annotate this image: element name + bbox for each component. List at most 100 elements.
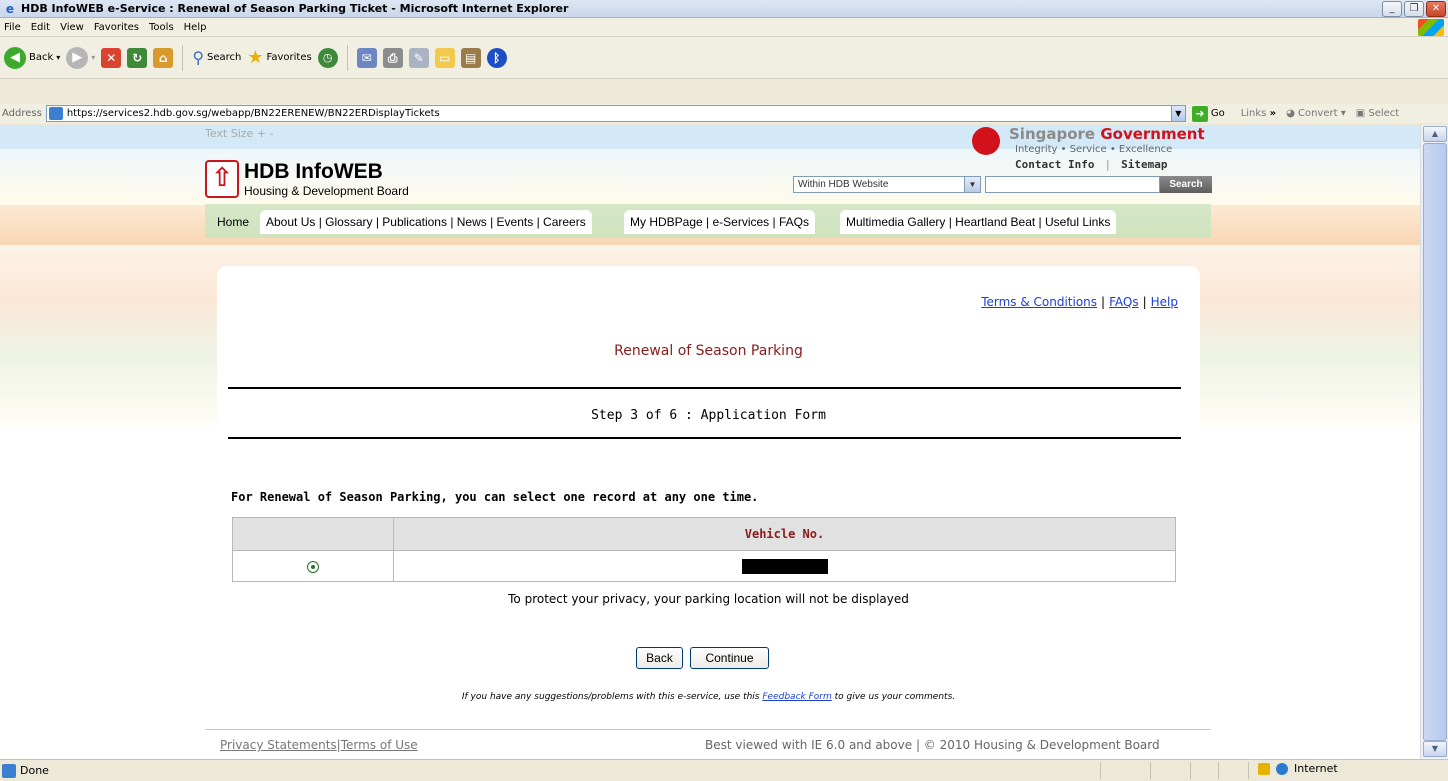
search-button[interactable]: ⚲ Search: [192, 48, 241, 67]
feedback-form-link[interactable]: Feedback Form: [762, 692, 831, 702]
favorites-button[interactable]: ★ Favorites: [247, 47, 311, 68]
site-search-button[interactable]: Search: [1160, 176, 1212, 193]
menu-file[interactable]: File: [4, 22, 21, 33]
status-divider: [1100, 762, 1101, 779]
print-icon[interactable]: ⎙: [382, 47, 403, 68]
toolbar-separator: [346, 44, 348, 71]
forward-button[interactable]: ▶ ▾: [66, 46, 96, 69]
globe-icon: [1276, 762, 1288, 775]
search-icon: ⚲: [192, 48, 205, 67]
links-label[interactable]: Links »: [1241, 108, 1276, 119]
terms-of-use-link[interactable]: Terms of Use: [341, 738, 418, 752]
convert-label: Convert: [1297, 108, 1338, 119]
restore-button[interactable]: ❐: [1404, 1, 1424, 17]
continue-button[interactable]: Continue: [690, 647, 769, 669]
page-icon: [48, 107, 63, 120]
privacy-statements-link[interactable]: Privacy Statements: [220, 738, 337, 752]
privacy-note: To protect your privacy, your parking lo…: [508, 592, 909, 606]
folder-icon[interactable]: ▭: [434, 47, 455, 68]
help-link[interactable]: Help: [1151, 295, 1178, 309]
favorites-label: Favorites: [266, 52, 312, 63]
divider: [228, 437, 1181, 439]
windows-logo-icon: [1418, 19, 1444, 36]
sitemap-link[interactable]: Sitemap: [1121, 158, 1167, 171]
vehicle-radio[interactable]: [307, 560, 319, 573]
menu-favorites[interactable]: Favorites: [94, 22, 139, 33]
search-scope-value: Within HDB Website: [798, 179, 889, 190]
hdb-subtitle: Housing & Development Board: [244, 184, 409, 198]
footer-divider: [205, 729, 1211, 730]
menu-edit[interactable]: Edit: [31, 22, 50, 33]
menu-view[interactable]: View: [60, 22, 84, 33]
site-search-input[interactable]: [985, 176, 1160, 193]
address-bar: Address https://services2.hdb.gov.sg/web…: [0, 104, 1448, 123]
window-title: HDB InfoWEB e-Service : Renewal of Seaso…: [21, 2, 569, 15]
gov-name-2: Government: [1100, 125, 1205, 143]
hdb-title[interactable]: HDB InfoWEB: [244, 160, 383, 184]
forward-arrow-icon: ▶: [66, 46, 89, 69]
scroll-down-icon[interactable]: ▼: [1423, 741, 1447, 757]
back-arrow-icon: ◀: [4, 46, 26, 69]
select-cell: [232, 550, 394, 582]
edit-icon[interactable]: ✎: [408, 47, 429, 68]
step-indicator: Step 3 of 6 : Application Form: [591, 408, 826, 423]
nav-tab-multimedia[interactable]: Multimedia Gallery | Heartland Beat | Us…: [840, 210, 1117, 234]
chevron-down-icon: ▼: [964, 177, 980, 192]
toolbar-separator: [182, 44, 184, 71]
terms-conditions-link[interactable]: Terms & Conditions: [981, 295, 1097, 309]
convert-button[interactable]: ◕ Convert ▾: [1286, 108, 1346, 119]
back-form-button[interactable]: Back: [636, 647, 683, 669]
hdb-logo-icon[interactable]: ⇧: [205, 160, 239, 198]
page-icon: [2, 763, 16, 778]
gov-name-1: Singapore: [1009, 125, 1096, 143]
links-text: Links: [1240, 108, 1267, 119]
nav-home[interactable]: Home: [217, 210, 249, 234]
history-icon[interactable]: ◷: [317, 47, 338, 68]
footer-copyright: Best viewed with IE 6.0 and above | © 20…: [705, 738, 1160, 752]
text-size-control[interactable]: Text Size + -: [205, 127, 274, 140]
home-icon[interactable]: ⌂: [153, 47, 174, 68]
table-row: [232, 550, 1176, 582]
search-scope-select[interactable]: Within HDB Website ▼: [793, 176, 981, 193]
mail-icon[interactable]: ✉: [356, 47, 377, 68]
browser-toolbar: ◀ Back ▾ ▶ ▾ ✕ ↻ ⌂ ⚲ Search ★ Favorites …: [0, 37, 1448, 79]
go-arrow-icon: ➜: [1191, 105, 1208, 122]
research-icon[interactable]: ▤: [460, 47, 481, 68]
main-navigation: Home About Us | Glossary | Publications …: [205, 204, 1211, 238]
lion-head-icon: [972, 127, 1000, 155]
contact-info-link[interactable]: Contact Info: [1015, 158, 1094, 171]
star-icon: ★: [247, 47, 264, 68]
stop-icon[interactable]: ✕: [101, 47, 122, 68]
status-divider: [1150, 762, 1151, 779]
select-column-header: [232, 517, 394, 551]
bluetooth-icon[interactable]: ᛒ: [486, 47, 507, 68]
help-links: Terms & Conditions | FAQs | Help: [981, 295, 1178, 309]
feedback-note: If you have any suggestions/problems wit…: [217, 692, 1200, 702]
chevron-down-icon[interactable]: ▼: [1170, 106, 1185, 121]
page-title: Renewal of Season Parking: [614, 343, 803, 359]
menu-help[interactable]: Help: [184, 22, 207, 33]
menu-tools[interactable]: Tools: [149, 22, 174, 33]
status-divider: [1218, 762, 1219, 779]
content-card: Terms & Conditions | FAQs | Help Renewal of …: [217, 266, 1200, 736]
chevron-down-icon: ▾: [91, 53, 96, 62]
header-links: Contact Info | Sitemap: [1015, 158, 1168, 171]
scroll-up-icon[interactable]: ▲: [1423, 126, 1447, 142]
nav-tab-myhdb[interactable]: My HDBPage | e-Services | FAQs: [624, 210, 815, 234]
divider: [228, 387, 1181, 389]
feedback-text-post: to give us your comments.: [834, 692, 956, 702]
minimize-button[interactable]: _: [1382, 1, 1402, 17]
select-button[interactable]: ▣ Select: [1356, 108, 1400, 119]
faqs-link[interactable]: FAQs: [1109, 295, 1139, 309]
security-zone: Internet: [1258, 762, 1338, 775]
close-button[interactable]: ✕: [1426, 1, 1446, 17]
zone-label: Internet: [1294, 762, 1338, 775]
address-input[interactable]: https://services2.hdb.gov.sg/webapp/BN22…: [45, 105, 1186, 122]
scroll-thumb[interactable]: [1423, 143, 1447, 741]
vertical-scrollbar[interactable]: ▲ ▼: [1420, 125, 1448, 759]
go-button[interactable]: ➜ Go: [1191, 105, 1225, 122]
back-button[interactable]: ◀ Back ▾: [4, 46, 60, 69]
redacted-vehicle-number: [741, 558, 828, 574]
refresh-icon[interactable]: ↻: [127, 47, 148, 68]
nav-tab-about[interactable]: About Us | Glossary | Publications | New…: [260, 210, 592, 234]
